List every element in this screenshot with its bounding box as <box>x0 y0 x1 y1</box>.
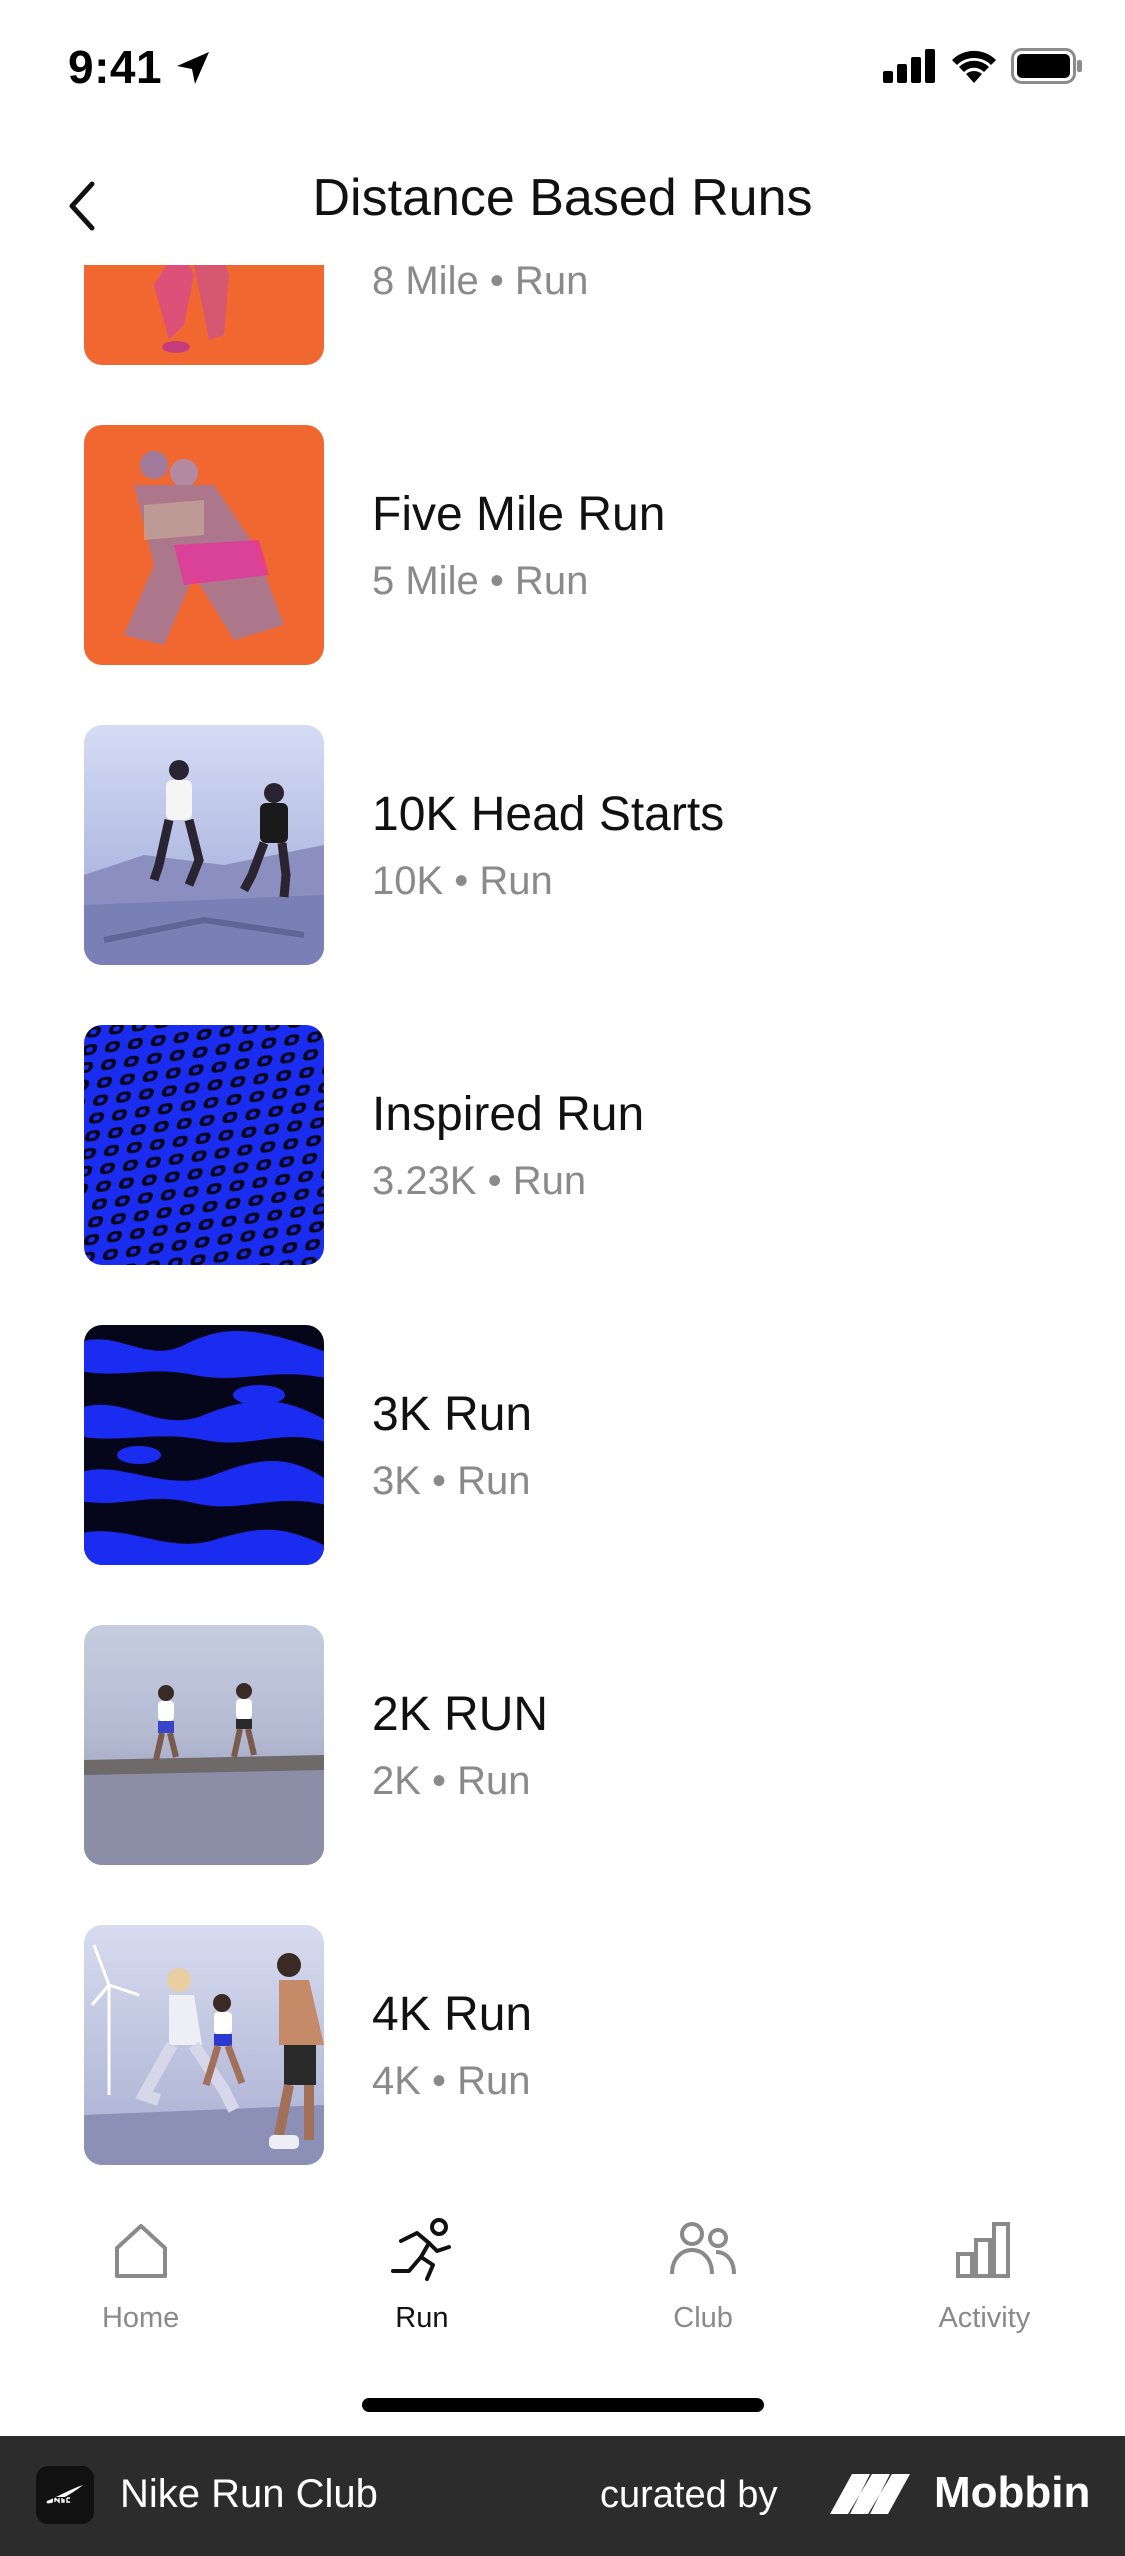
list-item[interactable]: Inspired Run 3.23K • Run <box>0 1025 1125 1325</box>
page-title: Distance Based Runs <box>312 169 813 227</box>
run-thumbnail <box>84 1925 324 2165</box>
list-item[interactable]: 10K Head Starts 10K • Run <box>0 725 1125 1025</box>
run-title: 2K RUN <box>372 1688 549 1741</box>
footer-brand: Mobbin <box>934 2468 1091 2517</box>
wifi-icon <box>952 50 996 83</box>
run-thumbnail <box>84 1625 324 1865</box>
mobbin-logo-icon <box>830 2474 910 2514</box>
battery-icon <box>1011 48 1082 84</box>
run-title: Five Mile Run <box>372 488 666 541</box>
list-item[interactable]: 2K RUN 2K • Run <box>0 1625 1125 1925</box>
tab-label: Home <box>101 2302 180 2334</box>
tab-label: Activity <box>938 2302 1031 2334</box>
run-thumbnail <box>84 265 324 365</box>
run-subtitle: 4K • Run <box>372 2059 531 2103</box>
run-thumbnail <box>84 1325 324 1565</box>
tab-activity[interactable]: Activity <box>844 2180 1125 2360</box>
run-title: Inspired Run <box>372 1088 645 1141</box>
tab-label: Club <box>673 2302 733 2334</box>
status-time: 9:41 <box>68 41 163 93</box>
list-item[interactable]: 4K Run 4K • Run <box>0 1925 1125 2165</box>
run-title: 10K Head Starts <box>372 788 725 841</box>
cellular-signal-icon <box>883 49 935 83</box>
run-subtitle: 3K • Run <box>372 1459 531 1503</box>
run-icon <box>390 2218 451 2281</box>
tab-home[interactable]: Home <box>0 2180 281 2360</box>
screen: 9:41 Distance Based Runs 8 Mile • Run Fi… <box>0 0 1125 2556</box>
runs-list[interactable]: 8 Mile • Run Five Mile Run 5 Mile • Run <box>0 265 1125 2165</box>
run-thumbnail <box>84 1025 324 1265</box>
status-indicators <box>883 48 1083 84</box>
run-subtitle: 8 Mile • Run <box>372 265 589 303</box>
list-item[interactable]: 3K Run 3K • Run <box>0 1325 1125 1625</box>
app-icon <box>36 2466 94 2524</box>
footer-bar: Nike Run Club curated by Mobbin <box>0 2436 1125 2556</box>
run-title: 3K Run <box>372 1388 533 1441</box>
tab-run[interactable]: Run <box>281 2180 562 2360</box>
list-item[interactable]: 8 Mile • Run <box>0 265 1125 425</box>
location-arrow-icon <box>177 52 209 84</box>
run-subtitle: 10K • Run <box>372 859 553 903</box>
run-subtitle: 2K • Run <box>372 1759 531 1803</box>
tab-label: Run <box>395 2302 449 2334</box>
club-icon <box>670 2222 737 2275</box>
run-subtitle: 3.23K • Run <box>372 1159 587 1203</box>
tab-club[interactable]: Club <box>563 2180 844 2360</box>
list-item[interactable]: Five Mile Run 5 Mile • Run <box>0 425 1125 725</box>
footer-app-name: Nike Run Club <box>120 2472 378 2516</box>
run-thumbnail <box>84 425 324 665</box>
header: Distance Based Runs <box>0 140 1125 265</box>
nrc-logo-icon <box>46 2485 83 2504</box>
status-bar: 9:41 <box>0 0 1125 140</box>
tab-bar: Home Run Club Activity <box>0 2180 1125 2360</box>
home-indicator <box>362 2398 764 2412</box>
home-icon <box>114 2224 167 2278</box>
run-title: 4K Run <box>372 1988 533 2041</box>
run-thumbnail <box>84 725 324 965</box>
activity-icon <box>956 2222 1011 2278</box>
footer-curated-by: curated by <box>600 2474 778 2516</box>
run-subtitle: 5 Mile • Run <box>372 559 589 603</box>
